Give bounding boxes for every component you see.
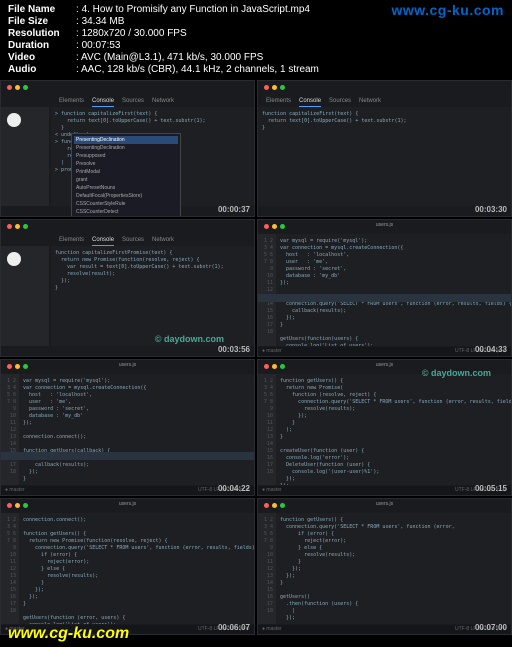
devtools-tabs: Elements Console Sources Network	[258, 95, 511, 107]
console-panel: function capitalizeFirst(text) { return …	[258, 107, 511, 206]
line-gutter: 1 2 3 4 5 6 7 8 9 10 11 12 13 14 15 16 1…	[258, 234, 276, 345]
watermark-top: www.cg-ku.com	[391, 2, 504, 18]
line-gutter: 1 2 3 4 5 6 7 8 9 10 11 12 13 14 15 16 1…	[1, 374, 19, 485]
line-gutter: 1 2 3 4 5 6 7 8 9 10 11 12 13 14 15 16 1…	[258, 513, 276, 624]
line-gutter: 1 2 3 4 5 6 7 8 9 10 11 12 13 14 15 16 1…	[1, 513, 19, 624]
timestamp: 00:07:00	[475, 623, 507, 632]
code-snippet: function capitalizeFirst(text) { return …	[258, 107, 511, 206]
window-controls	[7, 85, 28, 90]
file-tab: users.js	[376, 222, 393, 228]
duration-key: Duration	[8, 40, 72, 51]
devtools-tabs: Elements Console Sources Network	[51, 95, 254, 107]
timestamp: 00:05:15	[475, 484, 507, 493]
status-bar: ● masterUTF-8 LF JavaScript ⚙	[258, 347, 511, 356]
file-tab: users.js	[119, 362, 136, 368]
window-controls	[264, 503, 285, 508]
timestamp: 00:03:30	[475, 205, 507, 214]
video-key: Video	[8, 52, 72, 63]
filename-key: File Name	[8, 4, 72, 15]
timestamp: 00:04:22	[218, 484, 250, 493]
code-snippet: var mysql = require('mysql'); var connec…	[276, 234, 511, 345]
window-controls	[7, 364, 28, 369]
line-gutter: 1 2 3 4 5 6 7 8 9 10 11 12 13 14 15 16 1…	[258, 374, 276, 485]
thumbnail-7: users.js 1 2 3 4 5 6 7 8 9 10 11 12 13 1…	[0, 498, 255, 635]
window-controls	[7, 503, 28, 508]
thumbnail-1: Elements Console Sources Network > funct…	[0, 80, 255, 217]
thumbnail-3: Elements Console Sources Network functio…	[0, 219, 255, 356]
highlight-line	[258, 294, 511, 302]
thumbnail-4: users.js 1 2 3 4 5 6 7 8 9 10 11 12 13 1…	[257, 219, 512, 356]
window-controls	[264, 364, 285, 369]
watermark-bottom: www.cg-ku.com	[8, 625, 129, 643]
thumbnail-8: users.js 1 2 3 4 5 6 7 8 9 10 11 12 13 1…	[257, 498, 512, 635]
autocomplete-dropdown: PresentingDeclination PresentingDeclinat…	[71, 133, 181, 217]
status-bar: ● masterUTF-8 LF JavaScript ⚙	[258, 625, 511, 634]
editor-panel: 1 2 3 4 5 6 7 8 9 10 11 12 13 14 15 16 1…	[258, 513, 511, 624]
audio-key: Audio	[8, 64, 72, 75]
window-controls	[7, 224, 28, 229]
timestamp: 00:03:56	[218, 345, 250, 354]
code-snippet: var mysql = require('mysql'); var connec…	[19, 374, 254, 485]
editor-panel: 1 2 3 4 5 6 7 8 9 10 11 12 13 14 15 16 1…	[258, 374, 511, 485]
resolution-key: Resolution	[8, 28, 72, 39]
daydown-watermark: © daydown.com	[422, 368, 491, 378]
window-controls	[264, 85, 285, 90]
daydown-watermark: © daydown.com	[155, 334, 224, 344]
thumbnail-5: users.js 1 2 3 4 5 6 7 8 9 10 11 12 13 1…	[0, 359, 255, 496]
thumbnail-grid: Elements Console Sources Network > funct…	[0, 80, 512, 635]
console-panel: function capitalizeFirstPromise(text) { …	[51, 246, 254, 345]
editor-panel: 1 2 3 4 5 6 7 8 9 10 11 12 13 14 15 16 1…	[1, 374, 254, 485]
thumbnail-2: Elements Console Sources Network functio…	[257, 80, 512, 217]
file-tab: users.js	[376, 362, 393, 368]
editor-panel: 1 2 3 4 5 6 7 8 9 10 11 12 13 14 15 16 1…	[1, 513, 254, 624]
timestamp: 00:06:07	[218, 623, 250, 632]
timestamp: 00:04:33	[475, 345, 507, 354]
code-snippet: function getUsers() { connection.query('…	[276, 513, 511, 624]
filesize-key: File Size	[8, 16, 72, 27]
window-controls	[264, 224, 285, 229]
status-bar: ● masterUTF-8 LF JavaScript ⚙	[258, 486, 511, 495]
status-bar: ● masterUTF-8 LF JavaScript ⚙	[1, 486, 254, 495]
file-tab: users.js	[376, 501, 393, 507]
thumbnail-6: users.js 1 2 3 4 5 6 7 8 9 10 11 12 13 1…	[257, 359, 512, 496]
devtools-tabs: Elements Console Sources Network	[51, 234, 254, 246]
editor-panel: 1 2 3 4 5 6 7 8 9 10 11 12 13 14 15 16 1…	[258, 234, 511, 345]
timestamp: 00:00:37	[218, 205, 250, 214]
code-snippet: function capitalizeFirstPromise(text) { …	[51, 246, 254, 296]
code-snippet: function getUsers() { return new Promise…	[276, 374, 511, 485]
code-snippet: connection.connect(); function getUsers(…	[19, 513, 254, 624]
highlight-line	[1, 452, 254, 460]
avatar-icon	[7, 113, 21, 127]
file-tab: users.js	[119, 501, 136, 507]
